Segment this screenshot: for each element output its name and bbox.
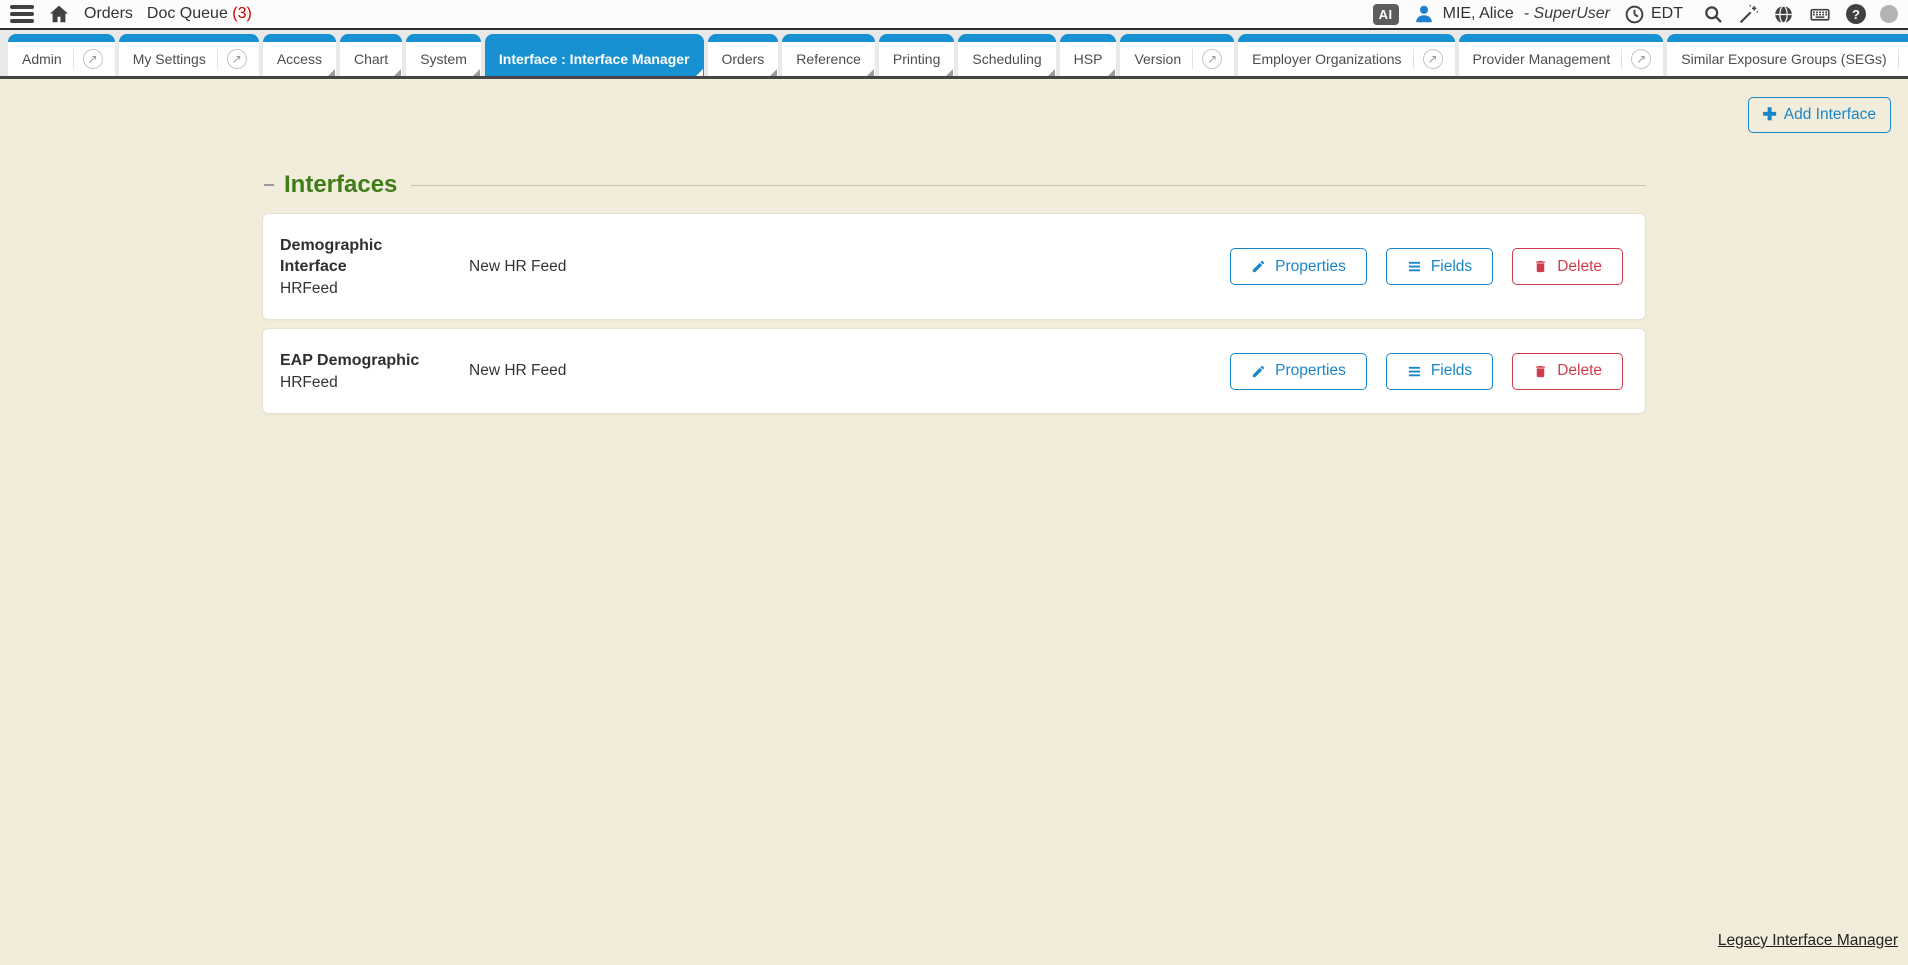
tab-label: Admin <box>20 51 64 67</box>
collapse-dash-icon[interactable] <box>264 184 274 186</box>
tab-hsp[interactable]: HSP <box>1060 34 1117 76</box>
pencil-icon <box>1251 364 1266 379</box>
tab-admin[interactable]: Admin ↗ <box>8 34 115 76</box>
top-bar: Orders Doc Queue (3) AI MIE, Alice - Sup… <box>0 0 1908 30</box>
tab-label: System <box>418 51 469 67</box>
tab-scheduling[interactable]: Scheduling <box>958 34 1055 76</box>
tab-label: My Settings <box>131 51 208 67</box>
interface-name-column: EAP Demographic HRFeed <box>280 350 450 392</box>
main-content: ✚ Add Interface Interfaces Demographic I… <box>0 79 1908 962</box>
external-link-icon: ↗ <box>1621 49 1651 69</box>
tab-label: Interface : Interface Manager <box>497 51 692 67</box>
add-interface-button[interactable]: ✚ Add Interface <box>1748 97 1891 133</box>
tab-label: HSP <box>1072 51 1105 67</box>
tab-reference[interactable]: Reference <box>782 34 875 76</box>
external-link-icon: ↗ <box>1413 49 1443 69</box>
fields-label: Fields <box>1431 258 1472 276</box>
tab-label: Employer Organizations <box>1250 51 1403 67</box>
tab-similar-exposure-groups[interactable]: Similar Exposure Groups (SEGs) ↗ <box>1667 34 1908 76</box>
interfaces-section: Interfaces Demographic Interface HRFeed … <box>262 79 1646 414</box>
tab-label: Printing <box>891 51 942 67</box>
properties-label: Properties <box>1275 258 1346 276</box>
interface-code: HRFeed <box>280 374 450 392</box>
search-icon[interactable] <box>1703 4 1724 25</box>
row-actions: Properties Fields Delete <box>1230 248 1623 285</box>
tab-access[interactable]: Access <box>263 34 336 76</box>
list-icon <box>1407 259 1422 274</box>
hamburger-icon[interactable] <box>10 5 34 23</box>
timezone-label[interactable]: EDT <box>1651 5 1683 23</box>
tab-label: Similar Exposure Groups (SEGs) <box>1679 51 1888 67</box>
interface-list: Demographic Interface HRFeed New HR Feed… <box>262 213 1646 414</box>
status-circle-icon[interactable] <box>1880 5 1898 23</box>
tab-orders[interactable]: Orders <box>708 34 779 76</box>
help-icon[interactable]: ? <box>1846 4 1866 24</box>
tab-provider-management[interactable]: Provider Management ↗ <box>1459 34 1664 76</box>
tab-label: Access <box>275 51 324 67</box>
tab-label: Chart <box>352 51 390 67</box>
external-link-icon: ↗ <box>217 49 247 69</box>
doc-queue-count: (3) <box>232 5 252 22</box>
fields-button[interactable]: Fields <box>1386 248 1493 285</box>
user-icon[interactable] <box>1413 3 1435 25</box>
trash-icon <box>1533 364 1548 379</box>
home-icon[interactable] <box>48 3 70 25</box>
interface-name-column: Demographic Interface HRFeed <box>280 235 450 298</box>
tab-label: Version <box>1132 51 1183 67</box>
doc-queue-label: Doc Queue <box>147 5 228 22</box>
ai-badge[interactable]: AI <box>1373 4 1399 25</box>
interface-name: Demographic Interface <box>280 235 450 277</box>
legacy-interface-manager-link[interactable]: Legacy Interface Manager <box>1718 932 1898 950</box>
interface-feed: New HR Feed <box>450 258 1230 276</box>
pencil-icon <box>1251 259 1266 274</box>
external-link-icon: ↗ <box>73 49 103 69</box>
globe-icon[interactable] <box>1773 4 1794 25</box>
page-title: Interfaces <box>284 171 397 199</box>
properties-label: Properties <box>1275 362 1346 380</box>
external-link-icon: ↗ <box>1898 49 1908 69</box>
fields-label: Fields <box>1431 362 1472 380</box>
interface-feed: New HR Feed <box>450 362 1230 380</box>
add-interface-label: Add Interface <box>1784 106 1876 124</box>
tab-my-settings[interactable]: My Settings ↗ <box>119 34 259 76</box>
tab-version[interactable]: Version ↗ <box>1120 34 1234 76</box>
section-rule <box>411 185 1646 186</box>
interface-row: EAP Demographic HRFeed New HR Feed Prope… <box>262 328 1646 414</box>
list-icon <box>1407 364 1422 379</box>
tab-label: Reference <box>794 51 863 67</box>
external-link-icon: ↗ <box>1192 49 1222 69</box>
doc-queue-link[interactable]: Doc Queue (3) <box>147 5 252 23</box>
tab-label: Orders <box>720 51 767 67</box>
delete-button[interactable]: Delete <box>1512 248 1623 285</box>
properties-button[interactable]: Properties <box>1230 248 1367 285</box>
delete-label: Delete <box>1557 362 1602 380</box>
keyboard-icon[interactable] <box>1808 4 1832 25</box>
section-header: Interfaces <box>264 171 1646 199</box>
tab-label: Provider Management <box>1471 51 1613 67</box>
user-role: - SuperUser <box>1524 5 1610 23</box>
clock-icon[interactable] <box>1624 4 1645 25</box>
interface-row: Demographic Interface HRFeed New HR Feed… <box>262 213 1646 320</box>
tab-label: Scheduling <box>970 51 1043 67</box>
delete-label: Delete <box>1557 258 1602 276</box>
tab-chart[interactable]: Chart <box>340 34 402 76</box>
trash-icon <box>1533 259 1548 274</box>
tab-interface-manager-active[interactable]: Interface : Interface Manager <box>485 34 704 76</box>
delete-button[interactable]: Delete <box>1512 353 1623 390</box>
interface-name: EAP Demographic <box>280 350 450 371</box>
properties-button[interactable]: Properties <box>1230 353 1367 390</box>
tab-printing[interactable]: Printing <box>879 34 954 76</box>
fields-button[interactable]: Fields <box>1386 353 1493 390</box>
user-name[interactable]: MIE, Alice <box>1443 5 1514 23</box>
orders-menu-link[interactable]: Orders <box>84 5 133 23</box>
tab-employer-organizations[interactable]: Employer Organizations ↗ <box>1238 34 1454 76</box>
plus-icon: ✚ <box>1763 108 1777 122</box>
tab-system[interactable]: System <box>406 34 481 76</box>
wand-icon[interactable] <box>1738 4 1759 25</box>
tab-bar: Admin↗ My Settings↗ Access Chart System … <box>0 30 1908 79</box>
row-actions: Properties Fields Delete <box>1230 353 1623 390</box>
interface-code: HRFeed <box>280 280 450 298</box>
